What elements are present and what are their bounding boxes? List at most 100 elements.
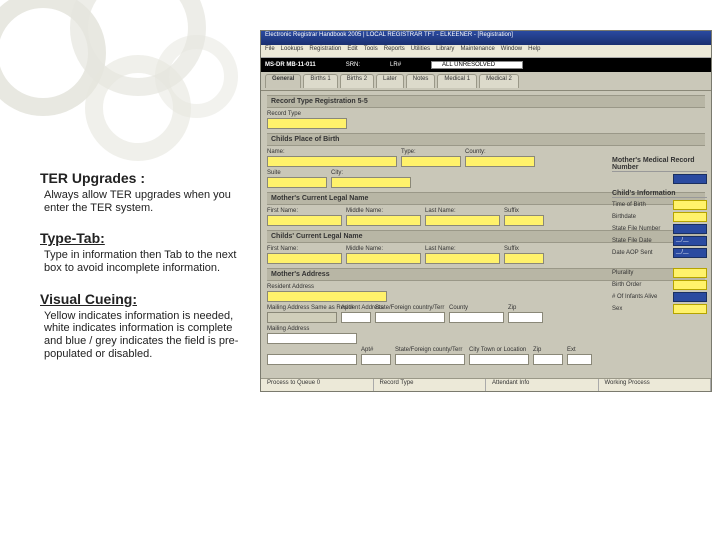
value[interactable] (673, 224, 707, 234)
label: Birthdate (612, 214, 636, 220)
tab-births-2[interactable]: Births 2 (340, 74, 374, 88)
label: State/Foreign country/Terr (375, 305, 445, 311)
input[interactable] (449, 312, 504, 323)
input[interactable] (533, 354, 563, 365)
para-visual-cueing: Yellow indicates information is needed, … (44, 310, 250, 361)
menu-tools[interactable]: Tools (364, 46, 378, 52)
label: Time of Birth (612, 202, 646, 208)
window-titlebar: Electronic Registrar Handbook 2005 | LOC… (261, 31, 711, 45)
input-resident-address[interactable] (267, 291, 387, 302)
label: Sex (612, 306, 622, 312)
section-record-type: Record Type Registration 5-5 (267, 95, 705, 108)
label: Plurality (612, 270, 633, 276)
tab-notes[interactable]: Notes (406, 74, 436, 88)
heading-ter-upgrades: TER Upgrades : (40, 170, 250, 186)
label: Name: (267, 149, 397, 155)
menu-utilities[interactable]: Utilities (411, 46, 430, 52)
input[interactable] (504, 253, 544, 264)
value-mrn[interactable] (673, 174, 707, 184)
left-text-column: TER Upgrades : Always allow TER upgrades… (40, 170, 250, 376)
input[interactable] (267, 177, 327, 188)
toolbar-black: MS-DR MB-11-011 SRN: LR# ALL UNRESOLVED (261, 58, 711, 72)
label: Suffix (504, 208, 544, 214)
heading-type-tab: Type-Tab: (40, 230, 250, 246)
para-ter-upgrades: Always allow TER upgrades when you enter… (44, 189, 250, 214)
filter-dropdown[interactable]: ALL UNRESOLVED (431, 61, 523, 69)
label: Date AOP Sent (612, 250, 653, 256)
value[interactable] (673, 212, 707, 222)
deco-circle (155, 35, 238, 118)
label: Suite (267, 170, 327, 176)
status-cell: Attendant Info (486, 379, 599, 391)
input[interactable] (267, 215, 342, 226)
status-cell: Working Process (599, 379, 712, 391)
input[interactable] (425, 215, 500, 226)
menu-help[interactable]: Help (528, 46, 540, 52)
value[interactable] (673, 268, 707, 278)
label: City: (331, 170, 411, 176)
label: Zip (533, 347, 563, 353)
input[interactable] (341, 312, 371, 323)
label-resident-address: Resident Address (267, 284, 387, 290)
heading-childs-info: Child's Information (612, 190, 707, 198)
label: Birth Order (612, 282, 641, 288)
value[interactable] (673, 304, 707, 314)
tab-general[interactable]: General (265, 74, 301, 88)
label: County: (465, 149, 535, 155)
label: Apt# (341, 305, 371, 311)
tab-row: GeneralBirths 1Births 2LaterNotesMedical… (261, 72, 711, 91)
input[interactable] (469, 354, 529, 365)
input[interactable] (504, 215, 544, 226)
input[interactable] (267, 354, 357, 365)
para-type-tab: Type in information then Tab to the next… (44, 249, 250, 274)
tab-medical-2[interactable]: Medical 2 (479, 74, 519, 88)
label: Middle Name: (346, 208, 421, 214)
input[interactable] (267, 253, 342, 264)
input-mailing-address[interactable] (267, 333, 357, 344)
input[interactable] (346, 215, 421, 226)
srn-label: SRN: (346, 62, 360, 68)
status-cell: Record Type (374, 379, 487, 391)
label-record-type: Record Type (267, 111, 347, 117)
menu-file[interactable]: File (265, 46, 275, 52)
label: # Of Infants Alive (612, 294, 657, 300)
label: Last Name: (425, 208, 500, 214)
input[interactable] (346, 253, 421, 264)
label: State File Date (612, 238, 652, 244)
input[interactable] (267, 156, 397, 167)
menu-library[interactable]: Library (436, 46, 454, 52)
menu-edit[interactable]: Edit (347, 46, 357, 52)
tab-later[interactable]: Later (376, 74, 404, 88)
label: State File Number (612, 226, 660, 232)
input[interactable] (267, 312, 337, 323)
value[interactable] (673, 200, 707, 210)
input[interactable] (375, 312, 445, 323)
menu-registration[interactable]: Registration (309, 46, 341, 52)
input[interactable] (395, 354, 465, 365)
menu-bar: File Lookups Registration Edit Tools Reports U… (261, 45, 711, 58)
menu-window[interactable]: Window (501, 46, 522, 52)
label: First Name: (267, 208, 342, 214)
input[interactable] (361, 354, 391, 365)
label: First Name: (267, 246, 342, 252)
input[interactable] (425, 253, 500, 264)
menu-reports[interactable]: Reports (384, 46, 405, 52)
input[interactable] (465, 156, 535, 167)
input[interactable] (331, 177, 411, 188)
heading-visual-cueing: Visual Cueing: (40, 291, 250, 307)
input[interactable] (567, 354, 592, 365)
input[interactable] (401, 156, 461, 167)
value[interactable]: __/__ (673, 248, 707, 258)
input-record-type[interactable] (267, 118, 347, 129)
status-bar: Process to Queue 0Record TypeAttendant I… (261, 378, 711, 391)
tab-medical-1[interactable]: Medical 1 (437, 74, 477, 88)
lr-label: LR# (390, 62, 401, 68)
menu-maintenance[interactable]: Maintenance (460, 46, 494, 52)
menu-lookups[interactable]: Lookups (281, 46, 304, 52)
tab-births-1[interactable]: Births 1 (303, 74, 337, 88)
input[interactable] (508, 312, 543, 323)
value[interactable]: __/__ (673, 236, 707, 246)
value[interactable] (673, 292, 707, 302)
label: State/Foreign county/Terr (395, 347, 465, 353)
value[interactable] (673, 280, 707, 290)
